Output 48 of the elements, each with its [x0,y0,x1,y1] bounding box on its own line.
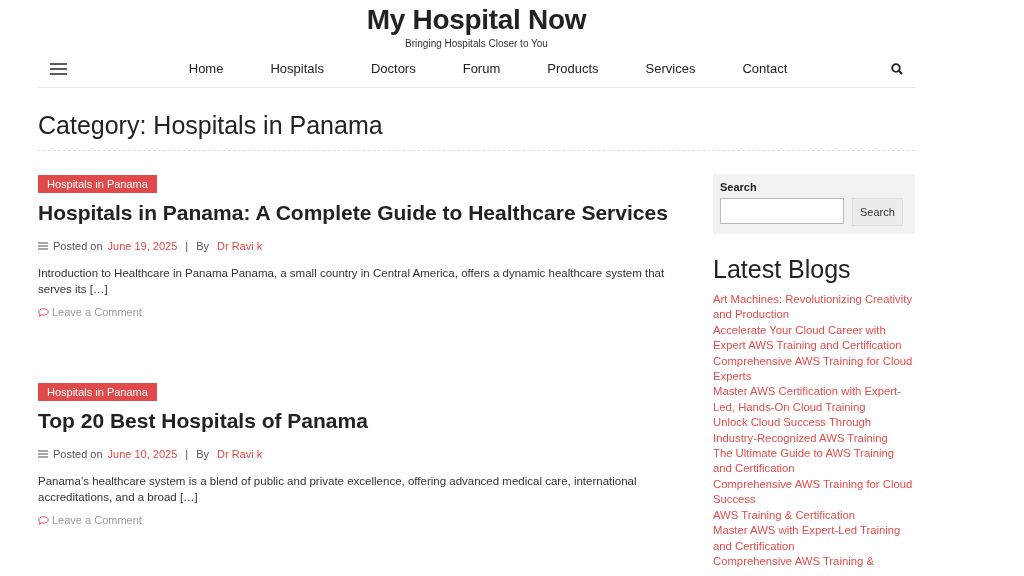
category-tag[interactable]: Hospitals in Panama [38,383,157,401]
blog-link[interactable]: Master AWS Certification with Expert-Led, Hands-On Cloud Training [713,384,915,416]
comment-link[interactable]: Leave a Comment [38,306,142,318]
widget-heading: Latest Blogs [713,256,852,282]
list-icon [38,242,48,250]
blog-link[interactable]: Comprehensive AWS Training for Cloud Success [713,476,915,508]
nav-link[interactable]: Contact [742,61,788,76]
nav-link[interactable]: Forum [462,61,501,76]
list-icon [38,450,48,458]
speech-bubble-icon [38,307,49,317]
search-button[interactable]: Search [852,198,903,226]
widget-heading: Search [720,181,758,193]
nav-link[interactable]: Services [645,61,696,76]
author-link[interactable]: Dr Ravi k [217,448,263,460]
posted-label: Posted on [53,240,103,252]
posted-label: Posted on [53,448,103,460]
post-title[interactable]: Hospitals in Panama: A Complete Guide to Healthcare Services [38,199,698,227]
nav-link[interactable]: Hospitals [270,61,324,76]
nav-link[interactable]: Doctors [370,61,416,76]
blog-link[interactable]: Comprehensive AWS Training for Cloud Experts [713,353,915,385]
category-tag[interactable]: Hospitals in Panama [38,175,157,193]
by-label: By [196,240,209,252]
site-title[interactable]: My Hospital Now [366,3,587,37]
speech-bubble-icon [38,515,49,525]
nav-link[interactable]: Products [547,61,599,76]
post-date[interactable]: June 19, 2025 [107,240,178,252]
meta-separator: | [185,448,189,460]
post-excerpt: Introduction to Healthcare in Panama Panama, a small country in Central America, offers a dynamic healthcare system that serves its […] [38,266,666,297]
menu-icon[interactable] [50,62,67,75]
nav-link[interactable]: Home [188,61,224,76]
post-excerpt: Panama’s healthcare system is a blend of public and private excellence, offering advanced medical care, international accreditations, and a broad […] [38,474,638,505]
blog-link[interactable]: Art Machines: Revolutionizing Creativity and Production [713,292,915,323]
comment-link[interactable]: Leave a Comment [38,514,142,526]
blog-link[interactable]: AWS Training & Certification [713,507,915,524]
blog-link[interactable]: Unlock Cloud Success Through Industry-Recognized AWS Training [713,415,915,447]
blog-link[interactable]: The Ultimate Guide to AWS Training and Certification [713,446,915,477]
page-heading: Category: Hospitals in Panama [38,88,915,151]
post-date[interactable]: June 10, 2025 [107,448,178,460]
search-icon[interactable] [891,62,903,75]
blog-link[interactable]: Comprehensive AWS Training & [713,553,915,570]
blog-link[interactable]: Accelerate Your Cloud Career with Expert AWS Training and Certification [713,322,915,354]
by-label: By [196,448,209,460]
post-title[interactable]: Top 20 Best Hospitals of Panama [38,407,698,435]
author-link[interactable]: Dr Ravi k [217,240,263,252]
site-tagline: Bringing Hospitals Closer to You [405,37,548,50]
meta-separator: | [185,240,189,252]
search-field[interactable] [720,198,844,224]
blog-link[interactable]: Master AWS with Expert-Led Training and Certification [713,523,915,554]
